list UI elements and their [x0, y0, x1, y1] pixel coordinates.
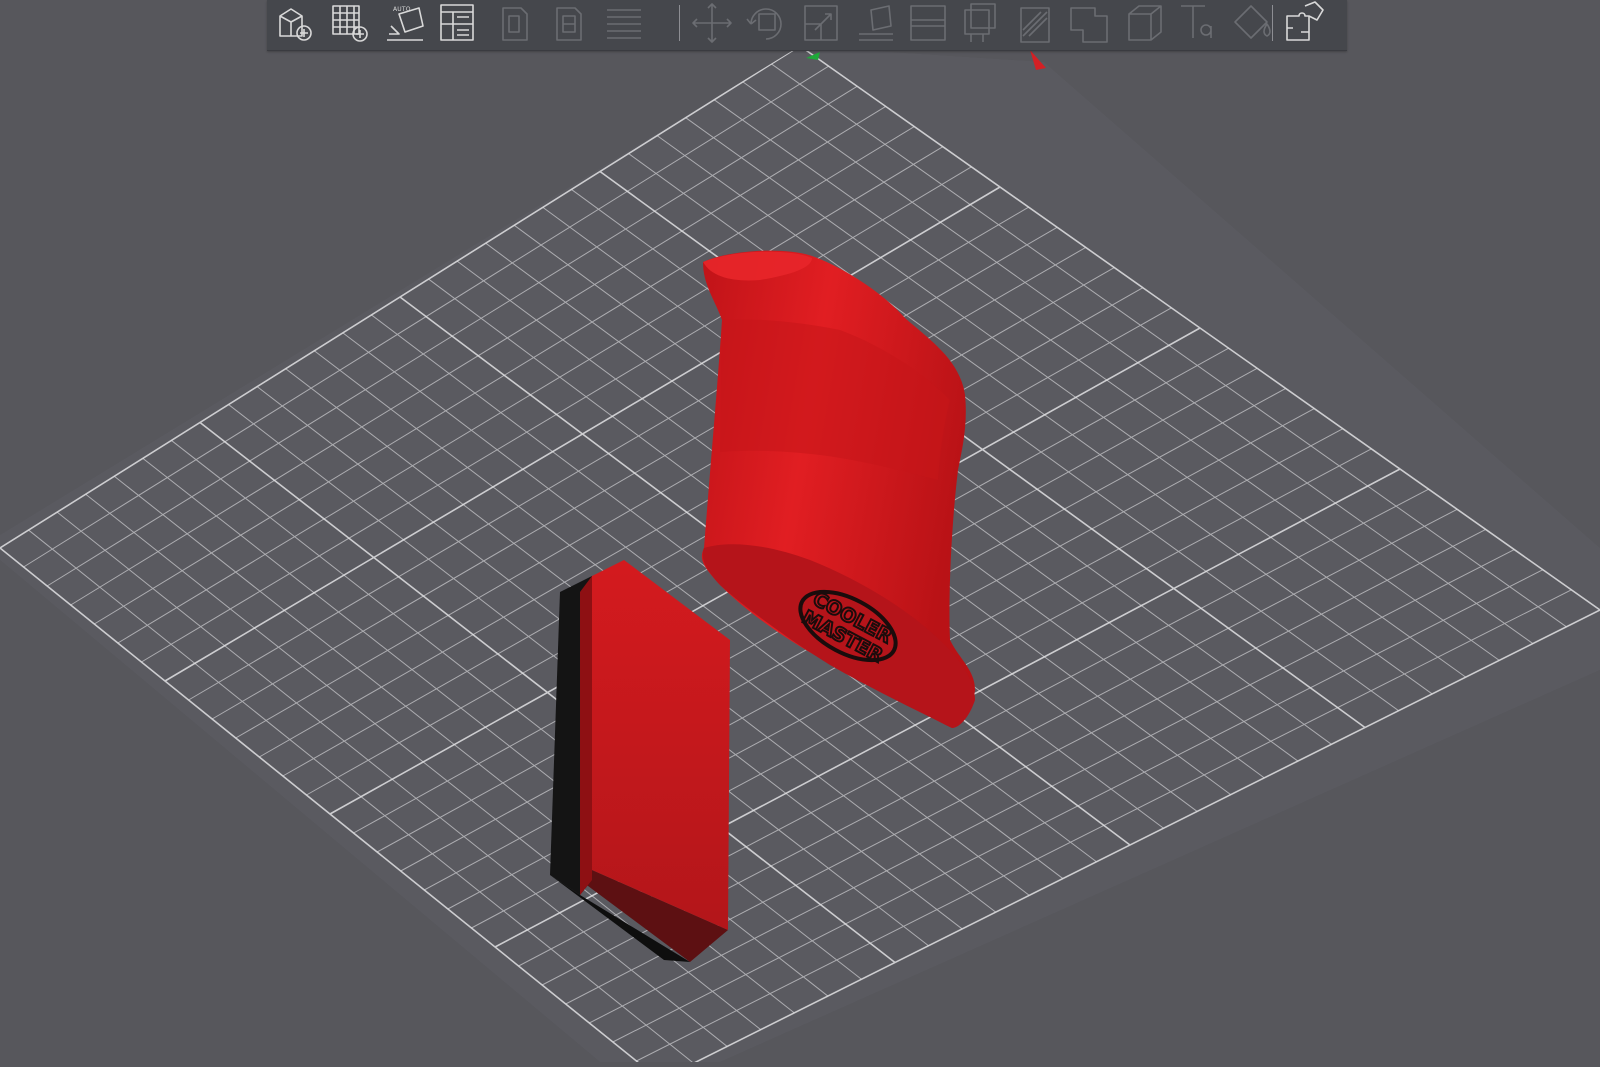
boolean-button[interactable]	[1065, 0, 1115, 46]
text-emboss-button[interactable]	[1173, 0, 1223, 46]
lay-on-face-button[interactable]	[849, 0, 899, 46]
grid-plus-icon	[332, 5, 368, 42]
arrange-layout-icon	[440, 4, 474, 41]
seam-paint-button[interactable]	[1011, 0, 1061, 46]
auto-orient-label: AUTO	[393, 6, 411, 13]
measure-box-icon	[1128, 5, 1162, 41]
toolbar-separator	[679, 5, 680, 41]
copy-button[interactable]	[491, 0, 541, 46]
block-part-left-face	[580, 576, 592, 895]
puzzle-assembly-icon	[1286, 1, 1324, 41]
cube-plus-icon	[279, 8, 312, 41]
arrange-button[interactable]	[433, 0, 483, 46]
scale-button[interactable]	[795, 0, 845, 46]
color-paint-button[interactable]	[1227, 0, 1277, 46]
viewport-canvas[interactable]: COOLER MASTER	[0, 0, 1600, 1062]
cut-button[interactable]	[903, 0, 953, 46]
move-button[interactable]	[687, 0, 737, 46]
move-arrows-icon	[692, 3, 732, 43]
paste-button[interactable]	[545, 0, 595, 46]
rotate-icon	[746, 8, 782, 40]
top-toolbar: AUTO	[267, 0, 1347, 51]
cut-icon	[910, 5, 946, 41]
boolean-icon	[1070, 7, 1108, 43]
scale-icon	[804, 5, 838, 41]
auto-orient-button[interactable]: AUTO	[379, 0, 429, 46]
support-paint-icon	[964, 3, 996, 42]
add-plate-button[interactable]	[325, 0, 375, 46]
paint-bucket-icon	[1234, 5, 1271, 39]
layers-button[interactable]	[599, 0, 649, 46]
layers-icon	[607, 9, 641, 39]
seam-paint-icon	[1020, 7, 1050, 43]
rotate-button[interactable]	[741, 0, 791, 46]
lay-flat-icon	[859, 5, 893, 41]
assembly-button[interactable]	[1279, 0, 1329, 46]
support-paint-button[interactable]	[957, 0, 1007, 46]
copy-icon	[502, 7, 528, 41]
3d-viewport[interactable]: COOLER MASTER	[0, 0, 1600, 1062]
measure-button[interactable]	[1119, 0, 1169, 46]
toolbar-separator	[1272, 5, 1273, 41]
add-object-button[interactable]	[271, 0, 321, 46]
paste-icon	[556, 7, 582, 41]
text-emboss-icon	[1181, 5, 1212, 38]
